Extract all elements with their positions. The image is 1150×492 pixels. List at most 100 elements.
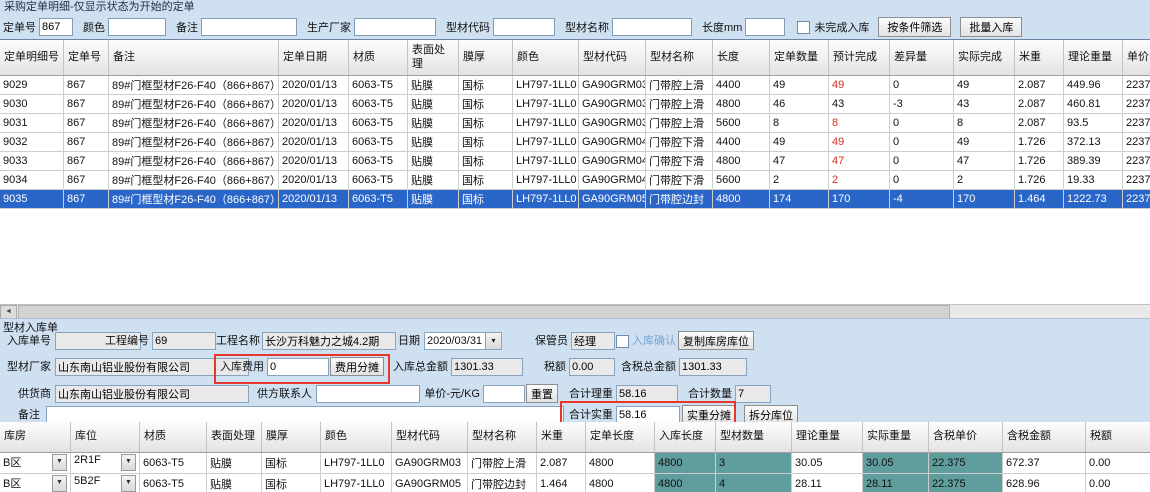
- cell[interactable]: 170: [954, 190, 1015, 209]
- table-row[interactable]: 903586789#门框型材F26-F40（866+867）2020/01/13…: [0, 190, 1150, 209]
- cell[interactable]: 0: [890, 152, 954, 171]
- cell[interactable]: 4: [716, 473, 792, 492]
- cell[interactable]: 867: [64, 190, 109, 209]
- column-header[interactable]: 长度: [713, 40, 770, 76]
- column-header[interactable]: 定单日期: [279, 40, 349, 76]
- cell[interactable]: GA90GRM03: [579, 76, 646, 95]
- cell[interactable]: 4800: [713, 95, 770, 114]
- cell[interactable]: GA90GRM03: [579, 114, 646, 133]
- cell[interactable]: 49: [954, 133, 1015, 152]
- unfinished-checkbox[interactable]: [797, 21, 810, 34]
- table-row[interactable]: 902986789#门框型材F26-F40（866+867）2020/01/13…: [0, 76, 1150, 95]
- cell[interactable]: 1222.73: [1064, 190, 1123, 209]
- cell[interactable]: 门带腔上滑: [646, 95, 713, 114]
- total-qty-field[interactable]: [735, 385, 771, 403]
- cell[interactable]: 2020/01/13: [279, 114, 349, 133]
- column-header[interactable]: 库位: [71, 422, 140, 452]
- cell[interactable]: 2020/01/13: [279, 152, 349, 171]
- column-header[interactable]: 型材名称: [468, 422, 537, 452]
- cell[interactable]: 9030: [0, 95, 64, 114]
- cell[interactable]: 国标: [262, 452, 321, 473]
- cell[interactable]: 2.087: [1015, 95, 1064, 114]
- cell[interactable]: 4800: [655, 452, 716, 473]
- profile-code-input[interactable]: [493, 18, 555, 36]
- cell[interactable]: 5600: [713, 171, 770, 190]
- cell[interactable]: 8: [770, 114, 829, 133]
- cell[interactable]: 门带腔边封: [646, 190, 713, 209]
- cell[interactable]: 国标: [459, 190, 513, 209]
- cell[interactable]: 4800: [655, 473, 716, 492]
- cell[interactable]: 30.05: [792, 452, 863, 473]
- column-header[interactable]: 型材代码: [579, 40, 646, 76]
- cell[interactable]: 4800: [713, 190, 770, 209]
- cell[interactable]: 2: [829, 171, 890, 190]
- cell[interactable]: 89#门框型材F26-F40（866+867）: [109, 190, 279, 209]
- cell[interactable]: 2: [770, 171, 829, 190]
- cell[interactable]: 49: [770, 133, 829, 152]
- column-header[interactable]: 膜厚: [262, 422, 321, 452]
- cell[interactable]: 0: [890, 114, 954, 133]
- cell[interactable]: 867: [64, 76, 109, 95]
- keeper-field[interactable]: [571, 332, 615, 350]
- cell[interactable]: 9033: [0, 152, 64, 171]
- cell[interactable]: 49: [954, 76, 1015, 95]
- cell[interactable]: 国标: [459, 114, 513, 133]
- cell[interactable]: 22.375: [929, 473, 1003, 492]
- cell[interactable]: 门带腔边封: [468, 473, 537, 492]
- cell[interactable]: GA90GRM05: [579, 190, 646, 209]
- cell[interactable]: 867: [64, 133, 109, 152]
- cell[interactable]: 贴膜: [408, 76, 459, 95]
- cell[interactable]: 4800: [586, 452, 655, 473]
- cell[interactable]: 国标: [459, 133, 513, 152]
- cell[interactable]: 372.13: [1064, 133, 1123, 152]
- cell[interactable]: 门带腔下滑: [646, 133, 713, 152]
- cell[interactable]: 6063-T5: [349, 152, 408, 171]
- cell[interactable]: 0: [890, 76, 954, 95]
- cell[interactable]: 93.5: [1064, 114, 1123, 133]
- cell[interactable]: 国标: [262, 473, 321, 492]
- cell[interactable]: LH797-1LL0: [513, 133, 579, 152]
- cell[interactable]: 6063-T5: [349, 171, 408, 190]
- cell[interactable]: 4800: [586, 473, 655, 492]
- cell[interactable]: 89#门框型材F26-F40（866+867）: [109, 133, 279, 152]
- table-row[interactable]: 903086789#门框型材F26-F40（866+867）2020/01/13…: [0, 95, 1150, 114]
- cell[interactable]: 22.375: [929, 452, 1003, 473]
- date-dropdown-button[interactable]: ▾: [485, 333, 501, 349]
- order-no-input[interactable]: [39, 18, 73, 36]
- cell[interactable]: 6063-T5: [349, 133, 408, 152]
- table-row[interactable]: B区▼2R1F▼6063-T5贴膜国标LH797-1LL0GA90GRM03门带…: [0, 452, 1150, 473]
- cell[interactable]: 3: [716, 452, 792, 473]
- horizontal-scrollbar[interactable]: ◄: [0, 304, 1150, 318]
- cell[interactable]: 8: [829, 114, 890, 133]
- cell[interactable]: 贴膜: [408, 114, 459, 133]
- cell[interactable]: 9032: [0, 133, 64, 152]
- cell[interactable]: 174: [770, 190, 829, 209]
- cell[interactable]: 5B2F▼: [71, 473, 140, 492]
- column-header[interactable]: 含税金额: [1003, 422, 1086, 452]
- cell[interactable]: GA90GRM05: [392, 473, 468, 492]
- manufacturer-input[interactable]: [354, 18, 436, 36]
- cell[interactable]: 0: [890, 171, 954, 190]
- column-header[interactable]: 表面处理: [408, 40, 459, 76]
- cell[interactable]: 贴膜: [408, 133, 459, 152]
- cell[interactable]: 19.33: [1064, 171, 1123, 190]
- cell[interactable]: 4800: [713, 152, 770, 171]
- cell[interactable]: 89#门框型材F26-F40（866+867）: [109, 95, 279, 114]
- cell[interactable]: 国标: [459, 171, 513, 190]
- cell[interactable]: 6063-T5: [140, 452, 207, 473]
- column-header[interactable]: 备注: [109, 40, 279, 76]
- cell[interactable]: GA90GRM04: [579, 133, 646, 152]
- column-header[interactable]: 表面处理: [207, 422, 262, 452]
- cell[interactable]: 49: [770, 76, 829, 95]
- cell[interactable]: 门带腔下滑: [646, 171, 713, 190]
- cell[interactable]: 6063-T5: [349, 190, 408, 209]
- cell[interactable]: 9035: [0, 190, 64, 209]
- cell[interactable]: 贴膜: [408, 95, 459, 114]
- cell[interactable]: 89#门框型材F26-F40（866+867）: [109, 171, 279, 190]
- cell[interactable]: LH797-1LL0: [513, 152, 579, 171]
- cell[interactable]: 628.96: [1003, 473, 1086, 492]
- cell[interactable]: 89#门框型材F26-F40（866+867）: [109, 76, 279, 95]
- column-header[interactable]: 型材名称: [646, 40, 713, 76]
- cell[interactable]: LH797-1LL0: [513, 171, 579, 190]
- cell[interactable]: 22375: [1123, 171, 1150, 190]
